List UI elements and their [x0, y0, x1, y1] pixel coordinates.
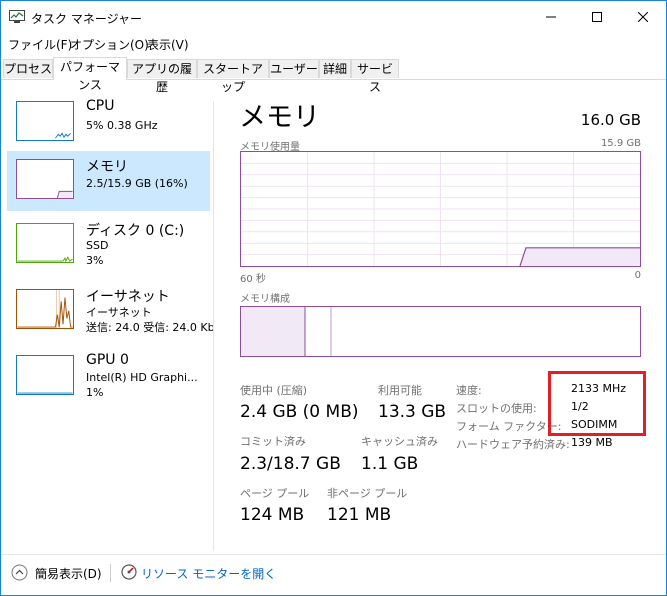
- open-resource-monitor-link[interactable]: リソース モニターを開く: [141, 565, 276, 582]
- footer-bar: 簡易表示(D) リソース モニターを開く: [1, 554, 666, 595]
- tab-processes[interactable]: プロセス: [3, 59, 53, 78]
- sidebar-item-ethernet[interactable]: イーサネット イーサネット 送信: 24.0 受信: 24.0 Kb: [7, 281, 215, 341]
- form-factor-label: フォーム ファクター:: [456, 420, 562, 433]
- title-bar[interactable]: タスク マネージャー: [1, 1, 666, 33]
- cpu-thumbnail-graph: [16, 101, 74, 141]
- tab-startup[interactable]: スタートアップ: [197, 59, 269, 94]
- cached-label: キャッシュ済み: [361, 435, 438, 448]
- usage-graph-axis-right: 0: [634, 270, 641, 281]
- sidebar-ethernet-throughput: 送信: 24.0 受信: 24.0 Kb: [86, 321, 215, 334]
- sidebar-divider: [213, 101, 214, 551]
- sidebar-cpu-title: CPU: [86, 98, 115, 114]
- in-use-label: 使用中 (圧縮): [240, 384, 308, 397]
- resource-monitor-icon: [121, 564, 137, 580]
- nonpaged-pool-label: 非ページ プール: [327, 487, 408, 500]
- collapse-chevron-icon[interactable]: [11, 564, 28, 581]
- tab-services[interactable]: サービス: [351, 59, 399, 94]
- sidebar-disk-type: SSD: [86, 239, 109, 252]
- sidebar-cpu-usage: 5% 0.38 GHz: [86, 119, 158, 132]
- minimize-button[interactable]: [528, 1, 574, 33]
- hardware-reserved-label: ハードウェア予約済み:: [456, 438, 570, 451]
- sidebar-disk-usage: 3%: [86, 254, 104, 267]
- performance-sidebar: CPU 5% 0.38 GHz メモリ 2.5/15.9 GB (16%) ディ…: [1, 93, 215, 513]
- available-label: 利用可能: [378, 384, 422, 397]
- close-button[interactable]: [620, 1, 666, 33]
- minimize-icon: [546, 16, 556, 18]
- memory-usage-graph: [240, 151, 641, 267]
- composition-in-use: [241, 307, 305, 356]
- maximize-button[interactable]: [574, 1, 620, 33]
- menu-file[interactable]: ファイル(F): [8, 36, 72, 53]
- sidebar-memory-title: メモリ: [86, 159, 128, 175]
- ethernet-thumbnail-graph: [16, 289, 74, 329]
- page-title: メモリ: [239, 102, 320, 133]
- maximize-icon: [592, 12, 602, 22]
- fewer-details-link[interactable]: 簡易表示(D): [35, 565, 102, 582]
- highlight-box: [548, 371, 646, 436]
- memory-usage-area: [520, 247, 640, 266]
- memory-composition-bar: [240, 306, 641, 357]
- usage-graph-max: 15.9 GB: [600, 138, 641, 149]
- task-manager-window: タスク マネージャー ファイル(F) オプション(O) 表示(V) プロセス パ…: [0, 0, 667, 596]
- close-icon: [638, 12, 648, 22]
- sidebar-gpu-title: GPU 0: [86, 352, 129, 368]
- composition-graph-label: メモリ構成: [240, 294, 290, 305]
- sidebar-gpu-name: Intel(R) HD Graphi...: [86, 371, 198, 384]
- nonpaged-pool-value: 121 MB: [327, 505, 392, 525]
- disk-thumbnail-graph: [16, 223, 74, 263]
- sidebar-ethernet-title: イーサネット: [86, 289, 170, 305]
- speed-label: 速度:: [456, 384, 482, 397]
- footer-divider: [110, 564, 111, 582]
- window-title: タスク マネージャー: [31, 12, 142, 26]
- sidebar-gpu-usage: 1%: [86, 386, 104, 399]
- menu-view[interactable]: 表示(V): [147, 36, 189, 53]
- available-value: 13.3 GB: [378, 402, 447, 422]
- tab-details[interactable]: 詳細: [319, 59, 351, 78]
- memory-thumbnail-graph: [16, 159, 74, 199]
- sidebar-item-disk[interactable]: ディスク 0 (C:) SSD 3%: [7, 215, 210, 275]
- slots-label: スロットの使用:: [456, 402, 537, 415]
- committed-label: コミット済み: [240, 435, 306, 448]
- tab-performance[interactable]: パフォーマンス: [53, 57, 127, 92]
- committed-value: 2.3/18.7 GB: [240, 454, 341, 474]
- memory-total: 16.0 GB: [580, 111, 641, 129]
- hardware-reserved-value: 139 MB: [571, 436, 613, 449]
- sidebar-ethernet-adapter: イーサネット: [86, 306, 152, 319]
- sidebar-memory-usage: 2.5/15.9 GB (16%): [86, 177, 188, 190]
- usage-graph-axis-left: 60 秒: [240, 274, 266, 285]
- task-manager-icon: [9, 10, 25, 23]
- sidebar-item-gpu[interactable]: GPU 0 Intel(R) HD Graphi... 1%: [7, 347, 210, 407]
- gpu-thumbnail-graph: [16, 355, 74, 395]
- cached-value: 1.1 GB: [361, 454, 419, 474]
- sidebar-disk-title: ディスク 0 (C:): [86, 223, 185, 239]
- paged-pool-label: ページ プール: [240, 487, 310, 500]
- sidebar-item-memory[interactable]: メモリ 2.5/15.9 GB (16%): [7, 151, 210, 211]
- paged-pool-value: 124 MB: [240, 505, 305, 525]
- tab-users[interactable]: ユーザー: [269, 59, 319, 78]
- menu-options[interactable]: オプション(O): [70, 36, 149, 53]
- in-use-value: 2.4 GB (0 MB): [240, 402, 359, 422]
- menu-bar: ファイル(F) オプション(O) 表示(V): [1, 34, 666, 54]
- tab-bar: プロセス パフォーマンス アプリの履歴 スタートアップ ユーザー 詳細 サービス: [1, 57, 666, 94]
- sidebar-item-cpu[interactable]: CPU 5% 0.38 GHz: [7, 93, 210, 153]
- tab-app-history[interactable]: アプリの履歴: [127, 59, 197, 94]
